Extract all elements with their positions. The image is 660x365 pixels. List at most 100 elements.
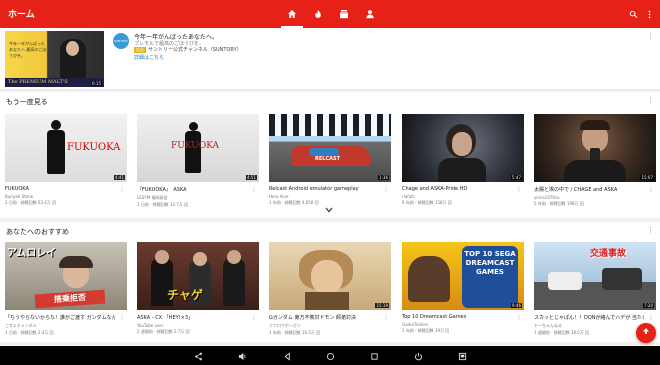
video-channel: GameTrailers [402,322,429,327]
video-card[interactable]: 15:19 Gガンダム 東方不敗対ドモン 師弟対決 ククロウボーガン 1 年前 … [269,242,391,336]
thumb-caption: RELCAST [315,156,341,162]
thumb-caption: FUKUOKA [67,142,121,153]
promo-channel: サントリー公式チャンネル（SUNTORY） [148,47,242,53]
face-shape [227,250,241,264]
video-menu-button[interactable]: ⋮ [648,314,654,321]
expand-section-button[interactable] [325,207,333,215]
video-card[interactable]: チャゲ ASKA - CX 「HEY!×3」 YouTube user 2 週間… [137,242,259,335]
video-card[interactable]: FUKUOKA 4:51 『FUKUOKA』 ASKA LESYM 福岡発信 2… [137,114,259,208]
video-channel: こずエチャンネル [5,323,37,328]
race-car-window [309,148,339,156]
face-shape [155,250,169,264]
top-app-bar: ホーム [0,0,660,28]
tab-trending[interactable] [305,0,331,28]
arrow-up-icon [643,328,649,334]
video-card[interactable]: TOP 10 SEGA DREAMCAST GAMES 9:46 Top 10 … [402,242,524,334]
video-thumbnail[interactable]: チャゲ [137,242,259,310]
silhouette-body [47,130,65,174]
back-button[interactable] [281,350,293,362]
thumb-caption: TOP 10 SEGA DREAMCAST GAMES [464,250,516,276]
recents-button[interactable] [368,350,380,362]
shoulders-shape [438,158,486,182]
account-icon [366,10,374,19]
video-meta: 2 日前 · 視聴回数 12.7万 回 [137,202,189,207]
promo-details-link[interactable]: 詳細はこちら [134,54,164,61]
video-thumbnail[interactable]: 15:07 [534,114,656,182]
screenshot-button[interactable] [456,350,468,362]
tab-account[interactable] [357,0,383,28]
thumb-caption: 交通事故 [590,249,627,259]
promo-ad-card[interactable]: 今年一年がんばった あなたへ 最高のごほうびを。 The PREMIUM MAL… [0,28,660,90]
tab-home[interactable] [279,0,305,28]
promo-menu-button[interactable]: ⋮ [647,32,654,40]
video-card[interactable]: 交通事故 7:20 スカッとじゃぱん！！DQNが絡んでハデが 当たる動画！高級映… [534,242,656,336]
section-title: もう一度見る [6,98,48,106]
video-channel: Buriyah Stone [5,194,34,199]
overflow-menu-button[interactable] [643,8,655,20]
video-thumbnail[interactable]: 交通事故 7:20 [534,242,656,310]
video-card[interactable]: 5:47 Chage and ASKA-Pride HD riafafs 6 年… [402,114,524,206]
video-duration: 7:20 [643,303,654,308]
share-button[interactable] [192,350,204,362]
video-title: 「ちうやらないからな！誰がご渡す ガンダムなんかに乗ってやるもんかよ！」 [5,315,115,321]
video-meta: 1 日前 · 視聴回数 2.4万 回 [5,330,54,335]
video-menu-button[interactable]: ⋮ [119,314,125,321]
section-title: あなたへのおすすめ [6,228,69,236]
page-title: ホーム [8,10,35,20]
video-menu-button[interactable]: ⋮ [648,186,654,193]
video-duration: 9:46 [511,303,522,308]
shoulders-shape [305,292,349,310]
face-shape [193,252,207,266]
video-card[interactable]: 15:07 太陽と埃の中で / CHAGE and ASKA yince1979… [534,114,656,207]
section-menu-button[interactable]: ⋮ [647,96,654,104]
video-thumbnail[interactable]: アムロレイ 搭乗拒否 [5,242,127,310]
section-menu-button[interactable]: ⋮ [647,226,654,234]
face-shape [452,132,472,156]
video-title: Chage and ASKA-Pride HD [402,186,468,192]
video-title: FUKUOKA [5,186,29,192]
screenshot-icon [458,352,466,360]
video-menu-button[interactable]: ⋮ [251,314,257,321]
video-title: Gガンダム 東方不敗対ドモン 師弟対決 [269,315,357,321]
tab-subscriptions[interactable] [331,0,357,28]
video-thumbnail[interactable]: 15:19 [269,242,391,310]
search-button[interactable] [627,8,639,20]
video-card[interactable]: アムロレイ 搭乗拒否 「ちうやらないからな！誰がご渡す ガンダムなんかに乗ってや… [5,242,127,336]
video-thumbnail[interactable]: RELCAST 1:36 [269,114,391,182]
video-thumbnail[interactable]: 5:47 [402,114,524,182]
back-icon [284,351,290,361]
subscriptions-icon [340,10,348,19]
video-menu-button[interactable]: ⋮ [516,186,522,193]
promo-thumbnail[interactable]: 今年一年がんばった あなたへ 最高のごほうびを。 The PREMIUM MAL… [5,31,104,87]
video-channel: yince1979ca [534,195,560,200]
person-right [223,258,245,306]
volume-button[interactable] [236,350,248,362]
video-thumbnail[interactable]: FUKUOKA 4:51 [137,114,259,182]
recommended-section: あなたへのおすすめ ⋮ アムロレイ 搭乗拒否 「ちうやらないからな！誰がご渡す … [0,222,660,342]
promo-thumb-text: 今年一年がんばった あなたへ 最高のごほうびを。 [9,41,47,58]
video-menu-button[interactable]: ⋮ [516,314,522,321]
power-icon [414,352,422,360]
video-menu-button[interactable]: ⋮ [383,314,389,321]
channel-avatar[interactable]: SUNTORY [113,33,129,49]
promo-duration: 0:15 [91,81,102,86]
power-button[interactable] [412,350,424,362]
video-title: ASKA - CX 「HEY!×3」 [137,315,194,321]
video-duration: 4:41 [114,175,125,180]
video-card[interactable]: FUKUOKA 4:41 FUKUOKA Buriyah Stone 2 日前 … [5,114,127,206]
video-channel: YouTube user [137,323,164,328]
silhouette-body [185,131,201,173]
video-menu-button[interactable]: ⋮ [119,186,125,193]
video-menu-button[interactable]: ⋮ [251,186,257,193]
home-circle-icon [326,352,334,360]
volume-icon [238,352,245,360]
video-thumbnail[interactable]: TOP 10 SEGA DREAMCAST GAMES 9:46 [402,242,524,310]
shoulders-shape [564,160,626,182]
video-menu-button[interactable]: ⋮ [383,186,389,193]
video-thumbnail[interactable]: FUKUOKA 4:41 [5,114,127,182]
share-icon [194,352,202,360]
home-nav-button[interactable] [324,350,336,362]
video-duration: 15:07 [640,175,654,180]
scroll-to-top-button[interactable] [636,323,656,343]
video-card[interactable]: RELCAST 1:36 Relcast Android emulator ga… [269,114,391,206]
